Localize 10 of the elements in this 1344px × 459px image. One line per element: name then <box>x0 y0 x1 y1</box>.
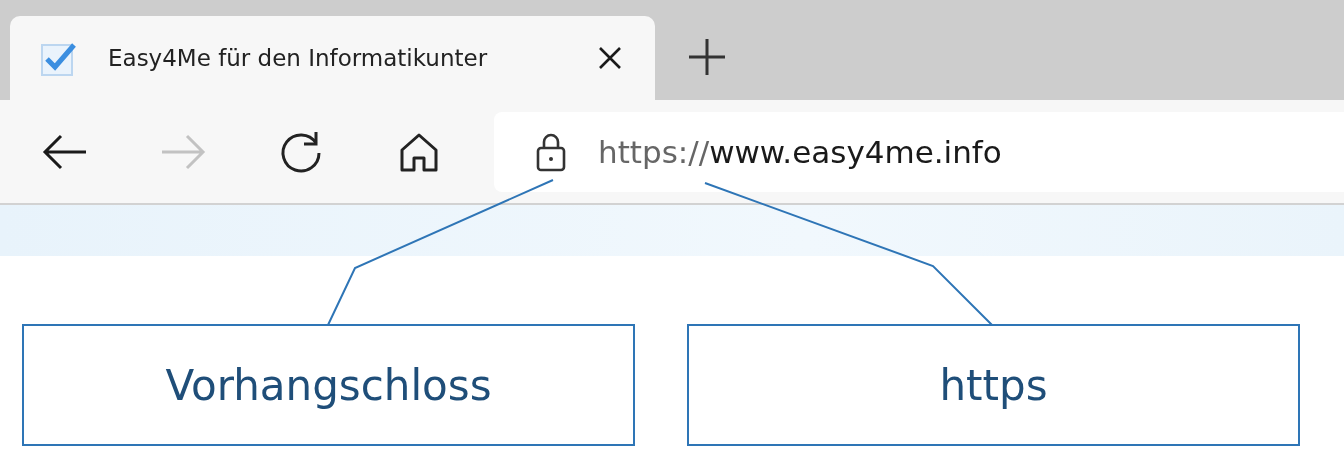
callout-label: https <box>687 324 1300 446</box>
close-icon[interactable] <box>598 46 622 70</box>
tab-title: Easy4Me für den Informatikunter <box>108 45 489 71</box>
browser-tab[interactable]: Easy4Me für den Informatikunter <box>10 16 655 100</box>
new-tab-icon[interactable] <box>688 38 726 76</box>
padlock-icon <box>536 131 566 172</box>
address-bar[interactable]: https://www.easy4me.info <box>494 111 1344 192</box>
url-text: https://www.easy4me.info <box>598 133 1002 170</box>
back-icon[interactable] <box>42 133 88 170</box>
callout-label: Vorhangschloss <box>22 324 635 446</box>
